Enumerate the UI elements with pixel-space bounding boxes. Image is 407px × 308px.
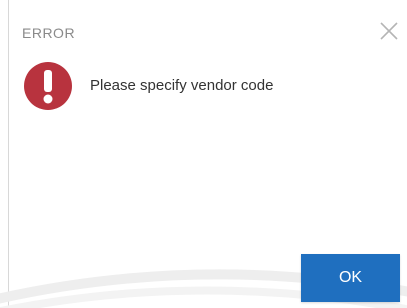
dialog-title: ERROR xyxy=(22,25,76,41)
error-icon xyxy=(23,61,73,111)
error-message: Please specify vendor code xyxy=(90,77,274,94)
ok-button[interactable]: OK xyxy=(301,254,400,302)
dialog-left-edge xyxy=(8,0,9,308)
error-dialog: ERROR Please specify vendor code OK xyxy=(0,0,407,308)
close-icon[interactable] xyxy=(378,20,400,42)
